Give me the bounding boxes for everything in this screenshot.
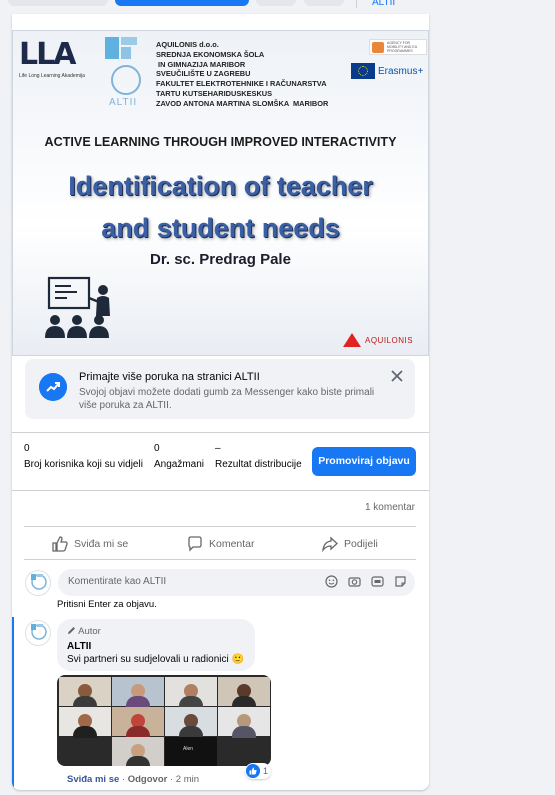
comment-button-label: Komentar: [209, 538, 255, 550]
stat-engagement-value: 0: [154, 443, 160, 454]
pencil-icon: [68, 627, 75, 634]
comment-bubble: Autor ALTII Svi partneri su sudjelovali …: [57, 619, 255, 671]
altii-logo-text: ALTII: [109, 97, 138, 108]
author-badge-label: Autor: [78, 626, 101, 637]
lla-logo-mark: LLA: [19, 37, 76, 72]
teacher-presentation-icon: [45, 276, 110, 338]
comment-avatar[interactable]: [25, 620, 51, 646]
stat-distribution: – Rezultat distribucije: [215, 443, 302, 470]
aquilonis-logo: AQUILONIS: [343, 333, 427, 349]
toolbar-primary-button[interactable]: [115, 0, 249, 6]
camera-icon[interactable]: [348, 575, 361, 588]
eu-flag-icon: [351, 63, 375, 79]
stat-distribution-label: Rezultat distribucije: [215, 459, 302, 470]
altii-avatar-icon: [31, 574, 47, 590]
attachment-caption: Alen: [183, 746, 194, 752]
comment-reply-link[interactable]: Odgovor: [128, 774, 168, 785]
divider: [12, 490, 429, 491]
comment-meta: Sviđa mi se · Odgovor · 2 min: [67, 774, 199, 785]
comment-attachment-image[interactable]: Alen: [57, 675, 271, 766]
comment-timestamp[interactable]: 2 min: [176, 774, 199, 785]
comment-icon: [188, 536, 202, 552]
comment-author-name[interactable]: ALTII: [67, 641, 91, 652]
toolbar-button[interactable]: [256, 0, 296, 6]
trending-arrow-icon: [39, 373, 67, 401]
author-badge: Autor: [67, 626, 101, 637]
post-card: LLA Life Long Learning Akademija ALTII A…: [12, 14, 429, 790]
like-button[interactable]: Sviđa mi se: [52, 527, 128, 561]
comment-input-placeholder: Komentirate kao ALTII: [68, 576, 167, 587]
enter-to-post-hint: Pritisni Enter za objavu.: [57, 599, 157, 610]
close-icon[interactable]: [389, 368, 405, 384]
like-button-label: Sviđa mi se: [74, 538, 129, 550]
altii-logo: ALTII: [105, 37, 151, 109]
lla-logo-caption: Life Long Learning Akademija: [19, 73, 85, 79]
stat-reach: 0 Broj korisnika koji su vidjeli: [24, 443, 143, 470]
messenger-prompt-title: Primajte više poruka na stranici ALTII: [79, 371, 260, 383]
share-button[interactable]: Podijeli: [322, 527, 378, 561]
erasmus-label: Erasmus+: [378, 66, 424, 77]
share-button-label: Podijeli: [344, 538, 378, 550]
comment-count-link[interactable]: 1 komentar: [365, 502, 415, 513]
agency-logo: AGENCY FOR MOBILITY AND EU PROGRAMMES: [369, 39, 427, 55]
share-icon: [322, 536, 338, 552]
stat-reach-value: 0: [24, 443, 30, 454]
toolbar-page-label[interactable]: ALTII: [372, 0, 395, 8]
comment-input[interactable]: Komentirate kao ALTII: [58, 569, 415, 596]
aquilonis-logo-text: AQUILONIS: [365, 336, 414, 345]
slide-title: Identification of teacher and student ne…: [13, 165, 428, 249]
slide-title-line-2: and student needs: [101, 213, 340, 243]
promote-post-button[interactable]: Promoviraj objavu: [312, 447, 416, 476]
agency-logo-text: AGENCY FOR MOBILITY AND EU PROGRAMMES: [387, 41, 418, 53]
comment-button[interactable]: Komentar: [187, 527, 255, 561]
slide-title-line-1: Identification of teacher: [68, 171, 373, 201]
comment-reaction-count[interactable]: 1: [245, 763, 272, 779]
slide-header: ACTIVE LEARNING THROUGH IMPROVED INTERAC…: [44, 135, 397, 149]
stat-distribution-value: –: [215, 443, 221, 454]
post-image[interactable]: LLA Life Long Learning Akademija ALTII A…: [12, 30, 429, 356]
like-reaction-icon: [246, 764, 260, 778]
emoji-icon[interactable]: [325, 575, 338, 588]
highlight-bar: [12, 617, 14, 790]
avatar[interactable]: [25, 570, 51, 596]
thumbs-up-icon: [52, 536, 68, 552]
partners-list: AQUILONIS d.o.o. SREDNJA EKONOMSKA ŠOLA …: [156, 40, 329, 108]
sticker-icon[interactable]: [394, 575, 407, 588]
stat-reach-label: Broj korisnika koji su vidjeli: [24, 459, 143, 470]
altii-avatar-icon: [31, 624, 47, 640]
stat-engagement: 0 Angažmani: [154, 443, 204, 470]
top-toolbar-fragment: ALTII: [0, 0, 555, 8]
lla-logo: LLA Life Long Learning Akademija: [19, 37, 99, 81]
post-actions-bar: Sviđa mi se Komentar Podijeli: [24, 526, 416, 560]
toolbar-button[interactable]: [304, 0, 344, 6]
reaction-count: 1: [263, 766, 269, 776]
messenger-prompt: Primajte više poruka na stranici ALTII S…: [25, 359, 415, 419]
messenger-prompt-text: Svojoj objavi možete dodati gumb za Mess…: [79, 387, 375, 411]
comment-text: Svi partneri su sudjelovali u radionici …: [67, 654, 244, 665]
toolbar-divider: [356, 0, 357, 8]
gif-icon[interactable]: [371, 575, 384, 588]
stat-engagement-label: Angažmani: [154, 459, 205, 470]
comment-like-link[interactable]: Sviđa mi se: [67, 774, 119, 785]
toolbar-button[interactable]: [8, 0, 108, 6]
slide-author: Dr. sc. Predrag Pale: [150, 251, 291, 268]
divider: [12, 432, 429, 433]
